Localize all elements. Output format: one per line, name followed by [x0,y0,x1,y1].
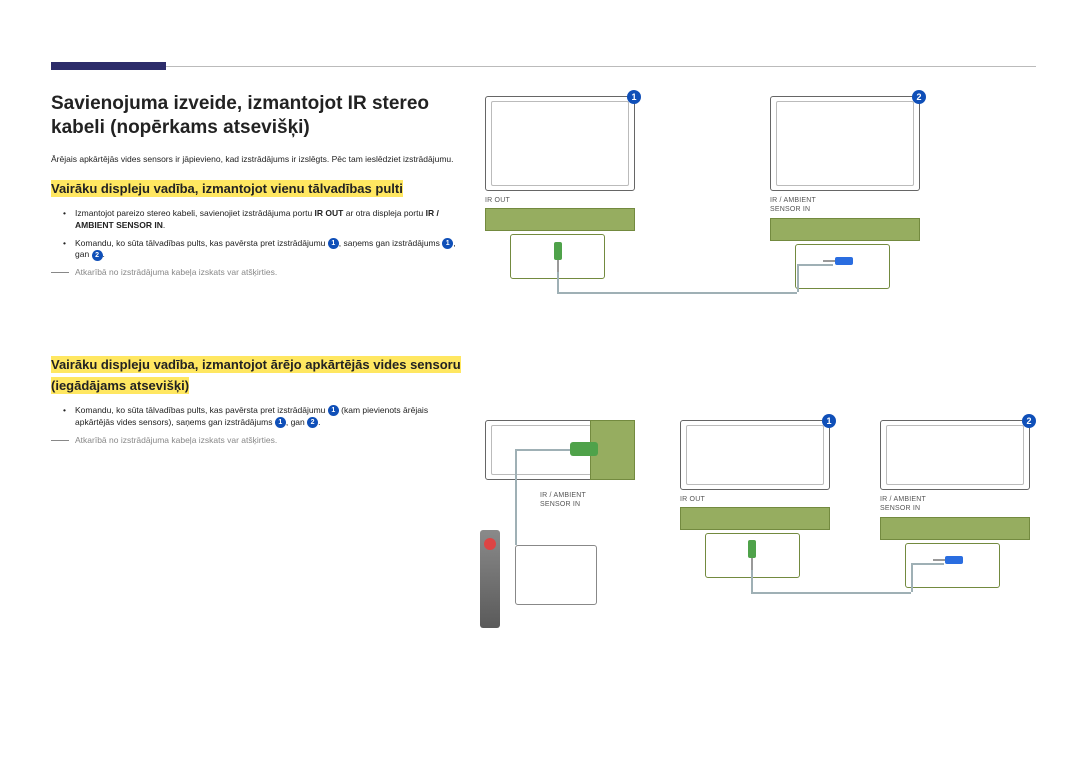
ir-ambient-label: IR / AMBIENT [540,492,586,499]
external-sensor-box [515,545,597,605]
left-column: Savienojuma izveide, izmantojot IR stere… [51,92,461,445]
sensor-plug-icon [570,442,598,456]
intro-text: Ārējais apkārtējās vides sensors ir jāpi… [51,154,461,165]
section1-bullets: Izmantojot pareizo stereo kabeli, savien… [51,208,461,262]
ir-out-label: IR OUT [680,496,705,503]
monitor-1: 1 [485,96,635,191]
monitor-screen [886,425,1024,485]
header-divider [166,66,1036,67]
section1-heading: Vairāku displeju vadība, izmantojot vien… [51,180,403,197]
monitor-2: 2 [880,420,1030,490]
badge-2-icon: 2 [1022,414,1036,428]
text: ar otra displeja portu [343,208,425,218]
sensor-in-label: SENSOR IN [540,501,580,508]
cable [751,592,911,594]
text: . [318,417,320,427]
text: . [163,220,165,230]
tv-base-2 [770,218,920,241]
note-dash-icon [51,440,69,441]
section1-bullet1: Izmantojot pareizo stereo kabeli, savien… [51,208,461,232]
section2-heading: Vairāku displeju vadība, izmantojot ārēj… [51,356,461,394]
cable [797,264,833,266]
text: . [103,249,105,259]
text: Izmantojot pareizo stereo kabeli, savien… [75,208,315,218]
port-box-2 [795,244,890,289]
cable [515,449,570,451]
remote-control-icon [480,530,500,628]
note-text: Atkarībā no izstrādājuma kabeļa izskats … [75,435,277,445]
badge-1-icon: 1 [328,238,339,249]
ir-ambient-label: IR / AMBIENT [880,496,926,503]
cable [911,563,913,592]
note-dash-icon [51,272,69,273]
section2-note: Atkarībā no izstrādājuma kabeļa izskats … [51,435,461,445]
badge-2-icon: 2 [912,90,926,104]
monitor-screen [491,101,629,186]
section2-heading-wrap: Vairāku displeju vadība, izmantojot ārēj… [51,355,461,397]
jack-green-icon [748,540,756,558]
badge-1-icon: 1 [275,417,286,428]
section1-bullet2: Komandu, ko sūta tālvadības pults, kas p… [51,238,461,262]
tv-base-1 [485,208,635,231]
port-box-2 [905,543,1000,588]
diagram-bottom: IR / AMBIENT SENSOR IN 1 IR OUT 2 IR / A… [480,420,1040,680]
sensor-in-label: SENSOR IN [880,505,920,512]
section2-bullets: Komandu, ko sūta tālvadības pults, kas p… [51,405,461,429]
badge-1-icon: 1 [627,90,641,104]
monitor-2: 2 [770,96,920,191]
cable [797,264,799,292]
cable [557,292,797,294]
jack-blue-icon [835,257,853,265]
badge-1-icon: 1 [442,238,453,249]
page-title: Savienojuma izveide, izmantojot IR stere… [51,92,461,140]
cable [515,449,517,545]
text: , gan [286,417,307,427]
cable [751,570,753,592]
ir-out-label: IR OUT [485,197,510,204]
bold: IR OUT [315,208,344,218]
badge-1-icon: 1 [822,414,836,428]
section1-note: Atkarībā no izstrādājuma kabeļa izskats … [51,267,461,277]
badge-2-icon: 2 [307,417,318,428]
cable [557,272,559,292]
ir-ambient-label: IR / AMBIENT [770,197,816,204]
monitor-screen [776,101,914,186]
badge-2-icon: 2 [92,250,103,261]
section1-heading-wrap: Vairāku displeju vadība, izmantojot vien… [51,179,461,200]
text: Komandu, ko sūta tālvadības pults, kas p… [75,405,328,415]
tv-base-2 [880,517,1030,540]
sensor-in-label: SENSOR IN [770,206,810,213]
jack-green-icon [554,242,562,260]
monitor-1: 1 [680,420,830,490]
section2-bullet1: Komandu, ko sūta tālvadības pults, kas p… [51,405,461,429]
diagram-top: 1 IR OUT 2 IR / AMBIENT SENSOR IN [480,96,1040,316]
tv-base-1 [680,507,830,530]
monitor-screen [686,425,824,485]
jack-blue-icon [945,556,963,564]
note-text: Atkarībā no izstrādājuma kabeļa izskats … [75,267,277,277]
badge-1-icon: 1 [328,405,339,416]
header-bar [51,62,166,70]
cable [911,563,944,565]
text: Komandu, ko sūta tālvadības pults, kas p… [75,238,328,248]
text: , saņems gan izstrādājums [339,238,442,248]
